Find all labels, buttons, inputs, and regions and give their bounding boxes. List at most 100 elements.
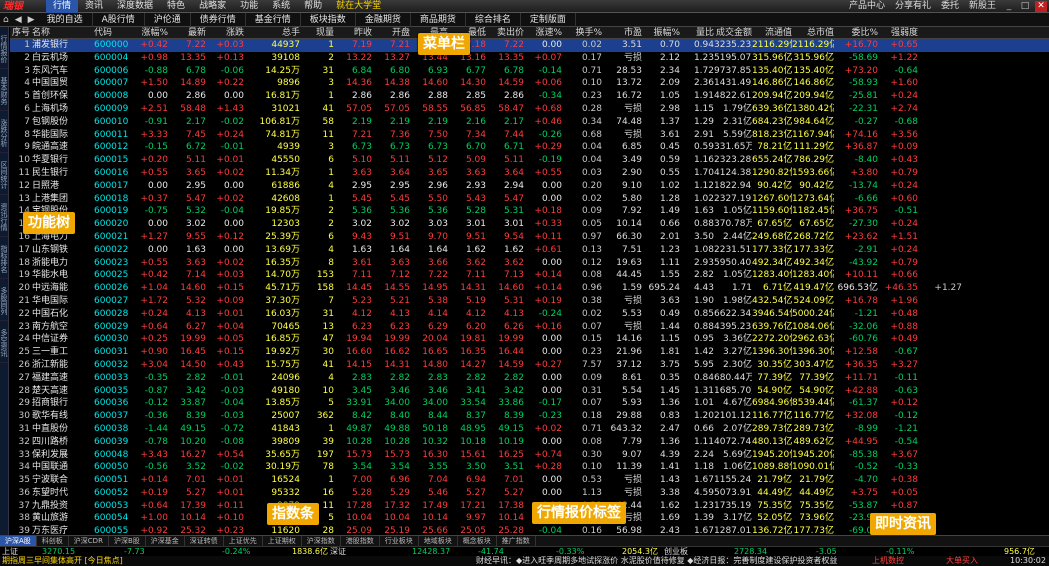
cy-index-value[interactable]: 2728.34 [734,547,767,557]
table-row[interactable]: 33 保利发展 600048 +3.43 16.27 +0.54 35.65万 197 15.7… [10,449,1049,462]
column-header-13[interactable]: 涨速% [524,27,562,39]
maximize-icon[interactable]: □ [1019,1,1031,12]
table-row[interactable]: 19 华能水电 600025 +0.42 7.14 +0.03 14.70万 153 7.11 7… [10,269,1049,282]
close-icon[interactable]: ✕ [1035,0,1047,12]
quote-tab-3[interactable]: 沪深B股 [109,535,146,547]
table-row[interactable]: 7 包钢股份 600010 -0.91 2.17 -0.02 106.81万 58 2.19 2.… [10,116,1049,129]
table-row[interactable]: 11 民生银行 600016 +0.55 3.65 +0.02 11.34万 1 3.63 3.6… [10,167,1049,180]
table-row[interactable]: 4 中国国贸 600007 +1.50 14.89 +0.22 9896 3 14.36 14.3… [10,77,1049,90]
quote-tab-12[interactable]: 概念板块 [458,535,497,547]
column-header-15[interactable]: 市盈 [602,27,642,39]
table-row[interactable]: 14宝钢股份600019-0.755.32-0.0419.85万25.365.3… [10,205,1049,218]
subtab-4[interactable]: 基金行情 [246,12,301,27]
sidebar-item-4[interactable]: 资讯行情 [0,195,8,237]
column-header-7[interactable]: 现量 [300,27,334,39]
home-icon[interactable]: ⌂ [0,13,12,27]
quote-tab-10[interactable]: 行业板块 [380,535,419,547]
table-row[interactable]: 29 招商银行 600036 -0.12 33.87 -0.04 13.85万 5 33.91 3… [10,397,1049,410]
right-menu-item-3[interactable]: 新股王 [964,0,1001,13]
subtab-2[interactable]: 沪伦通 [145,12,191,27]
column-header-18[interactable]: 成交金额 [714,27,752,39]
column-header-21[interactable]: 委比% [834,27,878,39]
sidebar-item-2[interactable]: 涨跌分析 [0,111,8,153]
table-row[interactable]: 17 山东钢铁 600022 0.00 1.63 0.00 13.69万 4 1.63 1.64 1… [10,244,1049,257]
subtab-3[interactable]: 债券行情 [191,12,246,27]
quote-tab-5[interactable]: 深证转债 [185,535,224,547]
sidebar-item-0[interactable]: 行情报价 [0,27,8,69]
alert-stock[interactable]: 上机数控 [872,556,904,566]
column-header-12[interactable]: 卖出价 [486,27,524,39]
quote-tab-7[interactable]: 上证期权 [263,535,302,547]
quote-tab-9[interactable]: 港股指数 [341,535,380,547]
table-row[interactable]: 35 宁波联合 600051 +0.14 7.01 +0.01 16524 1 7.00 6.96… [10,474,1049,487]
column-header-20[interactable]: 总市值 [792,27,834,39]
column-header-8[interactable]: 昨收 [334,27,372,39]
sz-index-value[interactable]: 12428.37 [412,547,450,557]
column-header-5[interactable]: 涨跌 [206,27,244,39]
news-ticker[interactable]: 财经早讯：◆进入旺季周期多地试探涨价 水泥股价值待修复 ◆经济日报：完善制度建设… [476,556,837,566]
quote-tab-0[interactable]: 沪深A股 [0,535,37,547]
table-row[interactable]: 25 三一重工 600031 +0.90 16.45 +0.15 19.92万 30 16.60… [10,346,1049,359]
minimize-icon[interactable]: _ [1003,1,1015,12]
menu-item-2[interactable]: 深度数据 [110,0,160,13]
subtab-8[interactable]: 综合排名 [466,12,521,27]
column-header-6[interactable]: 总手 [244,27,300,39]
menu-item-3[interactable]: 特色 [160,0,192,13]
table-row[interactable]: 22 中国石化 600028 +0.24 4.13 +0.01 16.03万 31 4.12 4.… [10,308,1049,321]
column-header-2[interactable]: 代码 [94,27,132,39]
column-header-16[interactable]: 振幅% [642,27,680,39]
subtab-7[interactable]: 商品期货 [411,12,466,27]
quote-tab-6[interactable]: 上证优先 [224,535,263,547]
sidebar-item-3[interactable]: 区间统计 [0,153,8,195]
table-row[interactable]: 2 白云机场 600004 +0.98 13.35 +0.13 39108 2 13.22 13.… [10,52,1049,65]
back-icon[interactable]: ◀ [12,13,25,27]
quote-tab-1[interactable]: 科创板 [37,535,69,547]
table-row[interactable]: 31 中直股份 600038 -1.44 49.15 -0.72 41843 1 49.87 49… [10,423,1049,436]
menu-item-6[interactable]: 系统 [265,0,297,13]
column-header-19[interactable]: 流通值 [752,27,792,39]
column-header-4[interactable]: 最新 [168,27,206,39]
menu-item-5[interactable]: 功能 [233,0,265,13]
column-header-1[interactable]: 名称 [32,27,76,39]
sidebar-item-5[interactable]: 指标排名 [0,237,8,279]
table-row[interactable]: 9 皖通高速 600012 -0.15 6.72 -0.01 4939 3 6.73 6.73 6.… [10,141,1049,154]
right-menu-item-0[interactable]: 产品中心 [844,0,890,13]
quote-tab-11[interactable]: 地域板块 [419,535,458,547]
table-row[interactable]: 32 四川路桥 600039 -0.78 10.20 -0.08 39809 39 10.28 1… [10,436,1049,449]
table-row[interactable]: 13 上港集团 600018 +0.37 5.47 +0.02 42608 1 5.45 5.45… [10,193,1049,206]
table-row[interactable]: 23 南方航空 600029 +0.64 6.27 +0.04 70465 13 6.23 6.2… [10,321,1049,334]
subtab-5[interactable]: 板块指数 [301,12,356,27]
table-row[interactable]: 16 上海电力 600021 +1.27 9.55 +0.12 25.39万 6 9.43 9.5… [10,231,1049,244]
column-header-9[interactable]: 开盘 [372,27,410,39]
table-row[interactable]: 24 中信证券 600030 +0.25 19.99 +0.05 16.85万 47 19.94… [10,333,1049,346]
table-row[interactable]: 37九鼎投资600053+0.6417.39+0.1199791117.2817… [10,500,1049,513]
menu-item-0[interactable]: 行情 [46,0,79,13]
sidebar-item-7[interactable]: 多空资讯 [0,321,8,363]
column-header-22[interactable]: 强弱度 [878,27,918,39]
menu-item-4[interactable]: 战略家 [192,0,233,13]
quote-tab-2[interactable]: 沪深CDR [69,535,109,547]
news-headline[interactable]: 期指周三早间集体高开 [今日焦点] [2,556,123,566]
sidebar-item-1[interactable]: 基本财务 [0,69,8,111]
table-row[interactable]: 36 东望时代 600052 +0.19 5.27 +0.01 95332 16 5.28 5.2… [10,487,1049,500]
table-row[interactable]: 3 东风汽车 600006 -0.88 6.78 -0.06 14.25万 31 6.84 6.8… [10,65,1049,78]
quote-tab-4[interactable]: 沪深基金 [146,535,185,547]
column-header-17[interactable]: 量比 [680,27,714,39]
table-row[interactable]: 20 中远海能 600026 +1.04 14.60 +0.15 45.71万 158 14.4… [10,282,1049,295]
table-row[interactable]: 15中原高速6000200.003.020.001230323.023.023.… [10,218,1049,231]
subtab-1[interactable]: A股行情 [93,12,145,27]
table-row[interactable]: 30 歌华有线 600037 -0.36 8.39 -0.03 25007 362 8.42 8.… [10,410,1049,423]
table-row[interactable]: 6 上海机场 600009 +2.51 58.48 +1.43 31021 41 57.05 57… [10,103,1049,116]
column-header-0[interactable]: 序号 [10,27,30,39]
quote-tab-13[interactable]: 推广指数 [497,535,536,547]
menu-item-7[interactable]: 帮助 [297,0,329,13]
table-row[interactable]: 28 楚天高速 600035 -0.87 3.42 -0.03 49180 10 3.45 3.4… [10,385,1049,398]
column-header-14[interactable]: 换手% [562,27,602,39]
sh-index-value[interactable]: 3270.15 [42,547,75,557]
table-row[interactable]: 21 华电国际 600027 +1.72 5.32 +0.09 37.30万 7 5.23 5.2… [10,295,1049,308]
table-row[interactable]: 10 华夏银行 600015 +0.20 5.11 +0.01 45550 6 5.10 5.11… [10,154,1049,167]
column-header-3[interactable]: 涨幅% [132,27,168,39]
subtab-0[interactable]: 我的自选 [38,12,93,27]
table-row[interactable]: 27 福建高速 600033 -0.35 2.82 -0.01 24096 4 2.83 2.82… [10,372,1049,385]
menu-item-8[interactable]: 就在大学堂 [329,0,388,13]
